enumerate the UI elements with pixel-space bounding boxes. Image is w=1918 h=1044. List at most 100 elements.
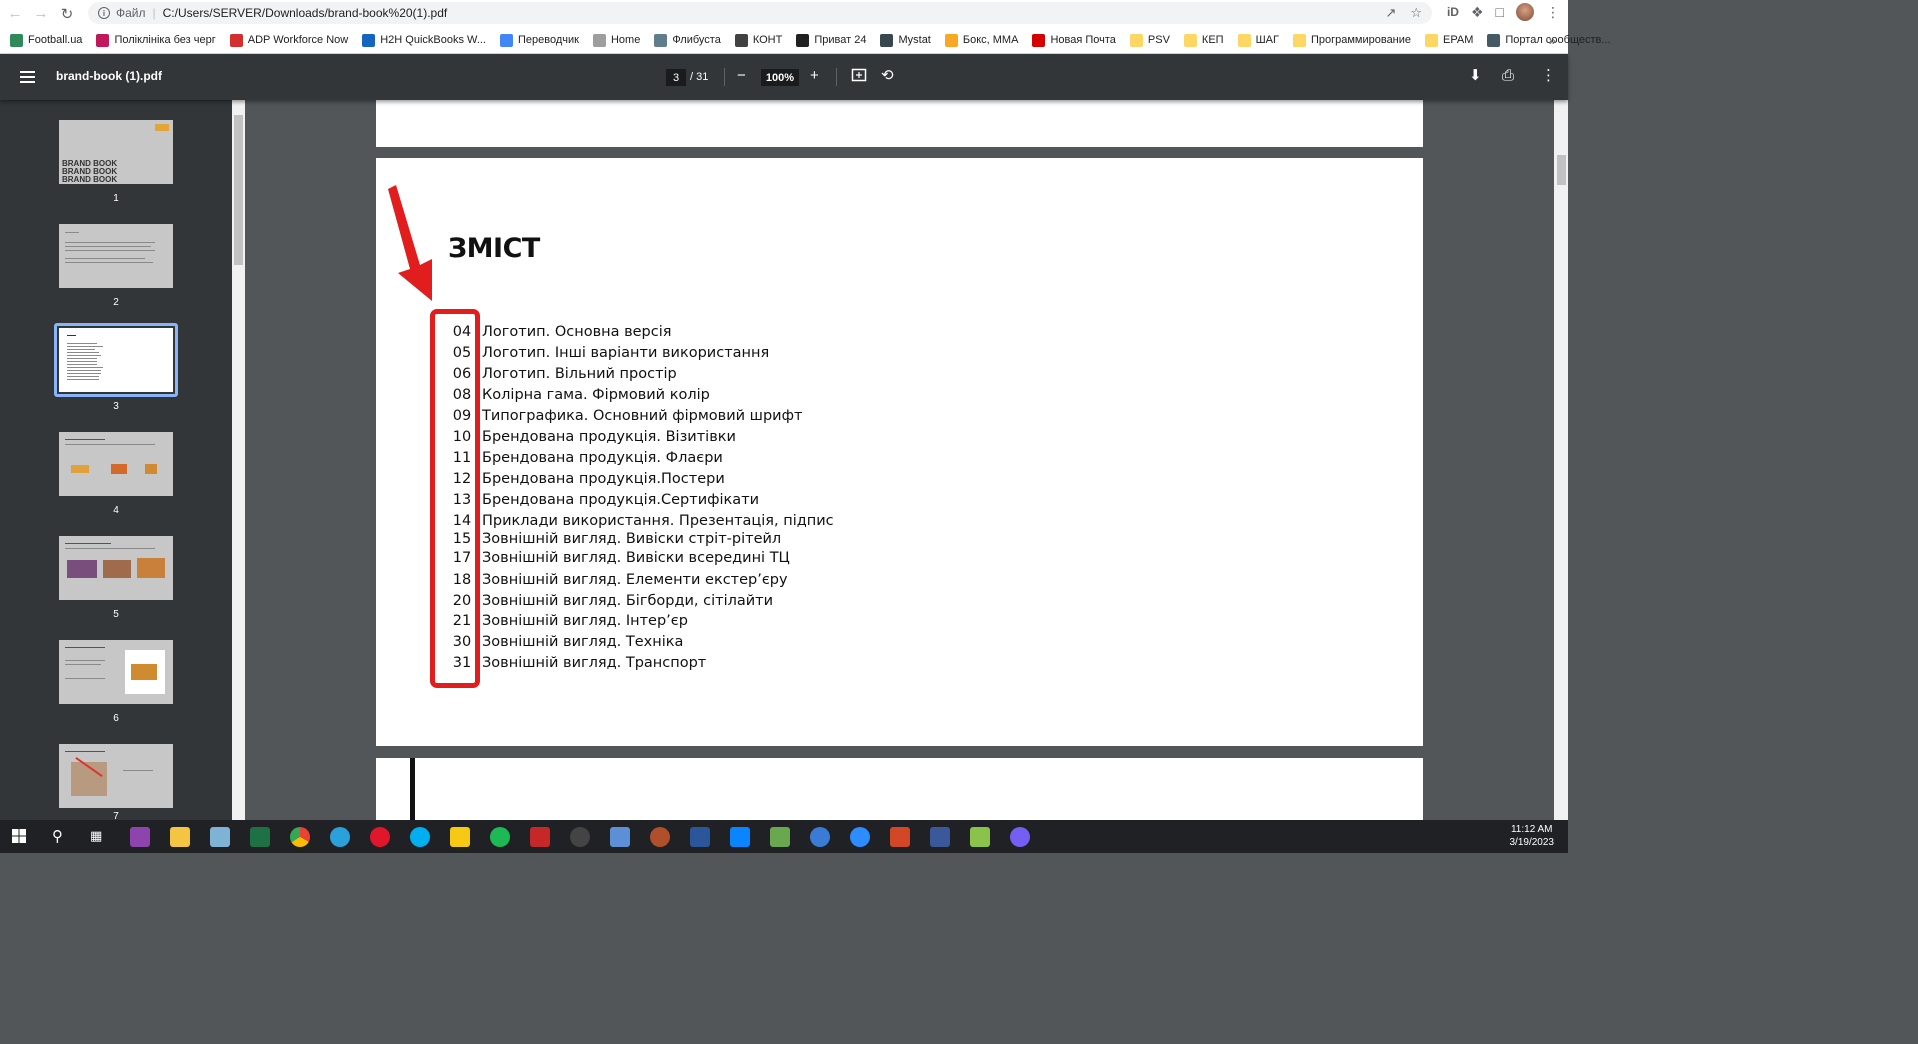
kont-icon	[734, 33, 748, 47]
bookmark-star-icon[interactable]: ☆	[1410, 5, 1422, 21]
reload-icon[interactable]: ↻	[56, 3, 78, 25]
calculator-icon[interactable]	[210, 827, 230, 847]
bookmark-item[interactable]: Программирование	[1292, 33, 1411, 47]
word-icon[interactable]	[690, 827, 710, 847]
portal-icon	[1487, 33, 1501, 47]
toc-entry-text: Зовнішній вигляд. Вивіски стріт-рітейл	[482, 531, 782, 547]
site-info-icon[interactable]: i	[98, 7, 110, 19]
print-icon[interactable]: ⎙	[1502, 67, 1514, 85]
bookmark-item[interactable]: Приват 24	[796, 33, 866, 47]
forward-arrow-icon[interactable]: →	[30, 3, 52, 25]
gamepad-icon[interactable]	[930, 827, 950, 847]
toc-entry-text: Зовнішній вигляд. Бігборди, сітілайти	[482, 593, 774, 609]
windows-start-icon[interactable]	[12, 829, 26, 843]
bookmarks-overflow-icon[interactable]: »	[1549, 33, 1556, 48]
telegram-icon[interactable]	[330, 827, 350, 847]
toc-entry-text: Брендована продукція. Візитівки	[482, 429, 736, 445]
zoom-out-icon[interactable]: −	[737, 67, 746, 85]
bookmark-item[interactable]: PSV	[1129, 33, 1170, 47]
thumbnail-page-6[interactable]	[59, 640, 173, 704]
spotify-icon[interactable]	[490, 827, 510, 847]
menu-dots-icon[interactable]: ⋮	[1546, 4, 1560, 21]
bookmark-item[interactable]: Football.ua	[10, 33, 82, 47]
obs-icon[interactable]	[570, 827, 590, 847]
thumbnail-page-7[interactable]	[59, 744, 173, 808]
zoom-icon[interactable]	[850, 827, 870, 847]
address-bar[interactable]: i Файл | C:/Users/SERVER/Downloads/brand…	[88, 2, 1432, 24]
bookmark-item[interactable]: Переводчик	[500, 33, 579, 47]
thumbnail-page-2[interactable]	[59, 224, 173, 288]
app-icon[interactable]	[450, 827, 470, 847]
bookmarks-bar: Football.ua Поліклініка без черг ADP Workf…	[0, 27, 1611, 54]
app-icon[interactable]	[650, 827, 670, 847]
extension-icon[interactable]: iD	[1447, 5, 1459, 19]
bookmark-item[interactable]: ADP Workforce Now	[229, 33, 348, 47]
toc-row: 12 Брендована продукція.Постери	[444, 469, 725, 489]
bookmark-item[interactable]: H2H QuickBooks W...	[362, 33, 486, 47]
skype-icon[interactable]	[410, 827, 430, 847]
app-icon[interactable]	[810, 827, 830, 847]
menu-icon[interactable]	[20, 71, 35, 83]
toolbar-divider	[724, 68, 725, 86]
url-text[interactable]: C:/Users/SERVER/Downloads/brand-book%20(…	[163, 6, 448, 20]
back-arrow-icon[interactable]: ←	[4, 3, 26, 25]
zoom-in-icon[interactable]: +	[810, 67, 819, 85]
fit-page-icon[interactable]	[851, 67, 867, 88]
bookmark-item[interactable]: Home	[592, 33, 640, 47]
app-icon[interactable]	[770, 827, 790, 847]
thumbnail-page-3[interactable]	[59, 328, 173, 392]
app-icon[interactable]	[610, 827, 630, 847]
thumbnail-page-5[interactable]	[59, 536, 173, 600]
bookmark-item[interactable]: Флибуста	[654, 33, 721, 47]
task-view-icon[interactable]: ▦	[90, 828, 102, 844]
pdf-toolbar: brand-book (1).pdf 3 / 31 − 100% + ⟲ ⬇ ⎙…	[0, 54, 1568, 100]
onedrive-icon[interactable]	[730, 827, 750, 847]
app-icon[interactable]	[970, 827, 990, 847]
toc-row: 11 Брендована продукція. Флаєри	[444, 448, 723, 468]
bookmark-label: Новая Почта	[1050, 34, 1116, 46]
bookmark-item[interactable]: Новая Почта	[1032, 33, 1116, 47]
zoom-level-input[interactable]: 100%	[761, 69, 799, 86]
download-icon[interactable]: ⬇	[1469, 67, 1482, 85]
bookmark-item[interactable]: КОНТ	[734, 33, 782, 47]
thumbnail-page-4[interactable]	[59, 432, 173, 496]
excel-icon[interactable]	[250, 827, 270, 847]
chrome-icon[interactable]	[290, 827, 310, 847]
system-clock[interactable]: 11:12 AM 3/19/2023	[1510, 823, 1555, 849]
side-panel-icon[interactable]: □	[1496, 4, 1504, 20]
page-number-input[interactable]: 3	[666, 69, 686, 86]
puzzle-icon[interactable]: ❖	[1471, 4, 1484, 21]
bookmark-item[interactable]: Поліклініка без черг	[96, 33, 216, 47]
football-icon	[10, 33, 23, 47]
search-icon[interactable]: ⚲	[52, 827, 63, 845]
opera-icon[interactable]	[370, 827, 390, 847]
bookmark-item[interactable]: ШАГ	[1237, 33, 1279, 47]
file-explorer-icon[interactable]	[170, 827, 190, 847]
bookmark-item[interactable]: EPAM	[1425, 33, 1473, 47]
bookmark-item[interactable]: Mystat	[880, 33, 931, 47]
home-icon	[592, 33, 606, 47]
rotate-icon[interactable]: ⟲	[881, 67, 894, 85]
toc-row: 15 Зовнішній вигляд. Вивіски стріт-рітейл	[444, 529, 781, 549]
toc-entry-text: Зовнішній вигляд. Транспорт	[482, 655, 707, 671]
privat-icon	[796, 33, 810, 47]
app-icon[interactable]	[530, 827, 550, 847]
viber-icon[interactable]	[1010, 827, 1030, 847]
phpstorm-icon[interactable]	[130, 827, 150, 847]
page-vertical-bar	[410, 758, 415, 820]
more-options-icon[interactable]: ⋮	[1541, 67, 1556, 85]
toc-row: 05 Логотип. Інші варіанти використання	[444, 343, 769, 363]
book-icon	[654, 33, 668, 47]
bookmark-item[interactable]: КЕП	[1183, 33, 1224, 47]
thumbnail-page-1[interactable]: BRAND BOOK BRAND BOOK BRAND BOOK	[59, 120, 173, 184]
main-scrollbar[interactable]	[1554, 100, 1568, 820]
share-icon[interactable]: ↗	[1385, 5, 1396, 21]
novaposhta-icon	[1032, 33, 1046, 47]
sidebar-scrollbar-thumb[interactable]	[234, 115, 243, 265]
profile-avatar[interactable]	[1516, 3, 1534, 21]
folder-icon	[1237, 33, 1251, 47]
powerpoint-icon[interactable]	[890, 827, 910, 847]
bookmark-label: ШАГ	[1255, 34, 1279, 46]
bookmark-item[interactable]: Бокс, ММА	[944, 33, 1018, 47]
main-scrollbar-thumb[interactable]	[1557, 155, 1566, 185]
